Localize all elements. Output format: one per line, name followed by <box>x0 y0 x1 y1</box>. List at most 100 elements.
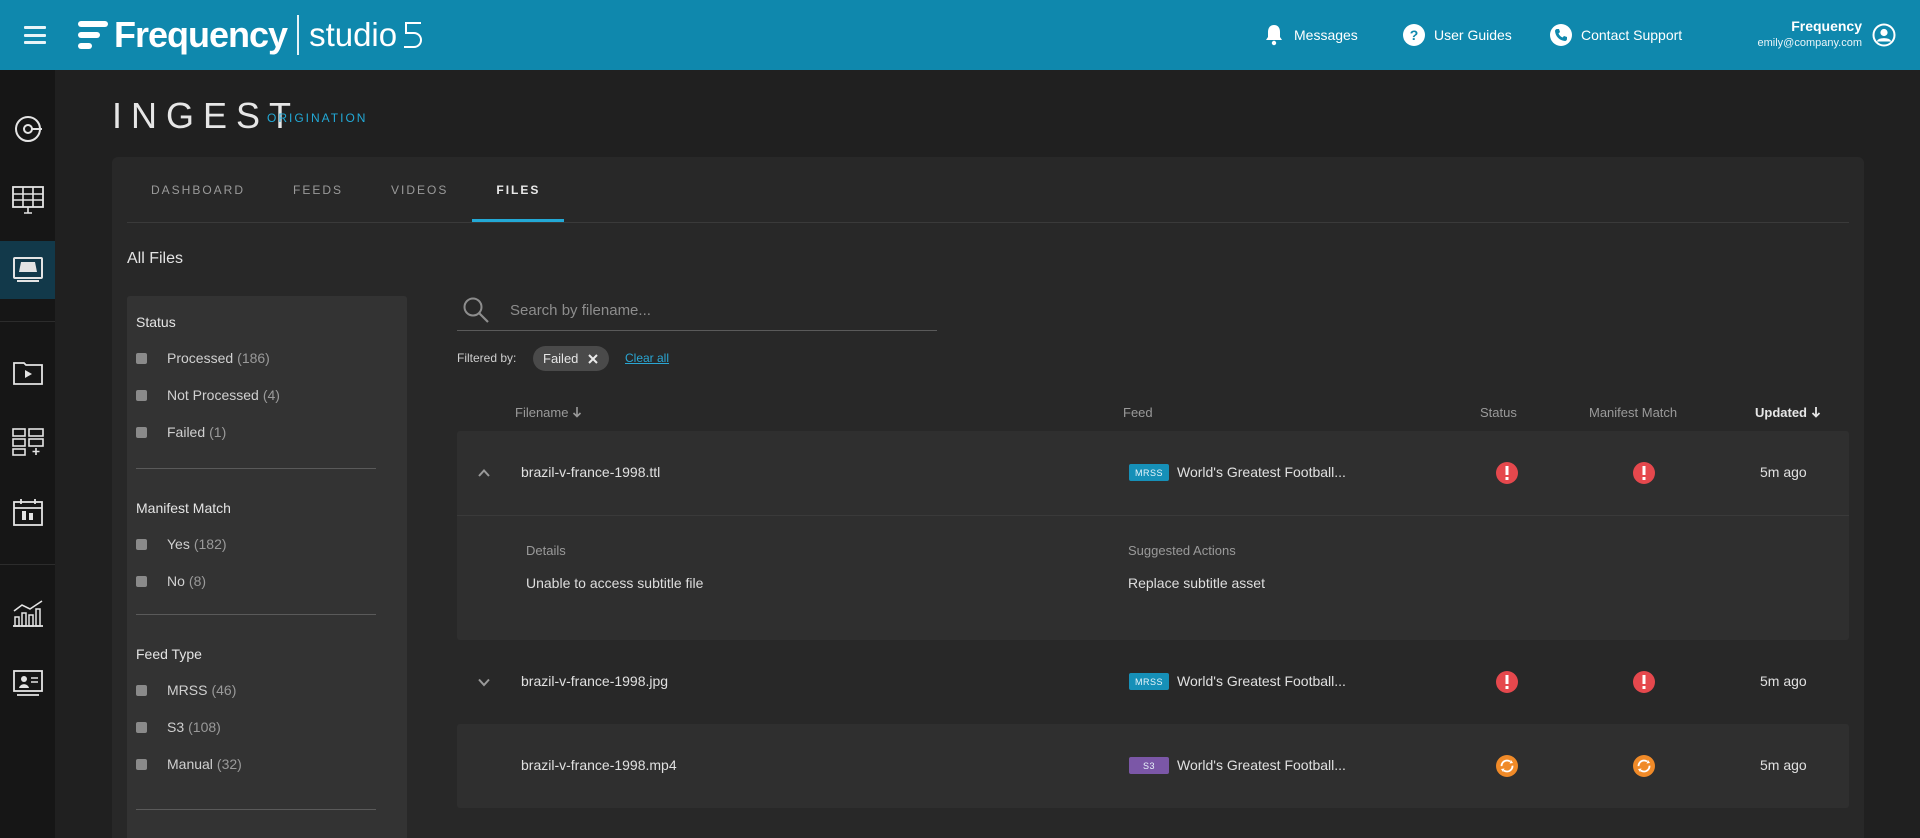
clear-all-link[interactable]: Clear all <box>625 351 669 365</box>
brand-name: Frequency <box>114 14 288 55</box>
filter-chip-failed[interactable]: Failed <box>533 346 610 371</box>
close-icon[interactable] <box>587 353 599 365</box>
schedule-icon <box>12 499 43 526</box>
filter-label: Failed <box>167 424 206 440</box>
presenter-icon <box>12 670 43 696</box>
user-menu[interactable]: Frequency emily@company.com <box>1758 18 1863 49</box>
row-updated: 5m ago <box>1760 464 1807 480</box>
feed-type-badge: MRSS <box>1129 673 1169 690</box>
row-filename: brazil-v-france-1998.ttl <box>521 464 661 480</box>
rail-ingest[interactable] <box>0 241 55 299</box>
filter-status-not-processed[interactable]: Not Processed (4) <box>136 387 280 403</box>
filter-label: Manual <box>167 756 213 772</box>
row-feed: World's Greatest Football... <box>1177 464 1346 480</box>
nav-messages[interactable]: Messages <box>1262 0 1358 70</box>
checkbox[interactable] <box>136 538 147 550</box>
filter-status-title: Status <box>136 314 176 330</box>
analytics-icon <box>12 600 43 627</box>
checkbox[interactable] <box>136 389 147 401</box>
filter-status-processed[interactable]: Processed (186) <box>136 350 270 366</box>
table-row[interactable]: brazil-v-france-1998.ttl MRSS World's Gr… <box>457 431 1849 640</box>
filter-feed-s3[interactable]: S3 (108) <box>136 719 221 735</box>
column-updated[interactable]: Updated <box>1755 405 1821 420</box>
logo-divider <box>297 15 300 55</box>
tab-feeds[interactable]: FEEDS <box>269 170 367 222</box>
user-email: emily@company.com <box>1757 37 1863 49</box>
filter-count: (4) <box>262 387 280 403</box>
column-updated-label: Updated <box>1755 405 1807 420</box>
filter-chip-label: Failed <box>543 351 579 366</box>
filter-divider <box>136 468 376 469</box>
checkbox[interactable] <box>136 426 147 438</box>
bell-icon <box>1262 23 1286 47</box>
rail-schedule[interactable] <box>0 483 55 541</box>
filter-manifest-no[interactable]: No (8) <box>136 573 206 589</box>
filtered-by-label: Filtered by: <box>457 351 517 365</box>
section-title: All Files <box>127 250 184 267</box>
column-manifest-match[interactable]: Manifest Match <box>1589 405 1677 420</box>
filter-feed-mrss[interactable]: MRSS (46) <box>136 682 236 698</box>
row-divider <box>457 515 1849 516</box>
user-avatar-icon[interactable] <box>1872 23 1896 47</box>
nav-contact-support[interactable]: Contact Support <box>1549 0 1682 70</box>
nav-user-guides[interactable]: ? User Guides <box>1402 0 1512 70</box>
filter-count: (182) <box>193 536 227 552</box>
filter-panel: Status Processed (186) Not Processed (4) F… <box>127 296 407 838</box>
product-name: studio <box>309 16 398 53</box>
status-error-icon <box>1496 671 1518 693</box>
search-underline <box>457 330 937 331</box>
chevron-up-icon[interactable] <box>477 466 491 480</box>
search-input[interactable] <box>510 297 930 323</box>
feed-type-badge: MRSS <box>1129 464 1169 481</box>
checkbox[interactable] <box>136 721 147 733</box>
filter-count: (108) <box>188 719 221 735</box>
table-row[interactable]: brazil-v-france-1998.jpg MRSS World's Gr… <box>457 640 1849 724</box>
video-library-icon <box>12 362 43 385</box>
rail-video-library[interactable] <box>0 343 55 401</box>
tab-bar: DASHBOARD FEEDS VIDEOS FILES <box>127 170 565 222</box>
manifest-processing-icon <box>1633 755 1655 777</box>
filter-feed-type-title: Feed Type <box>136 646 202 662</box>
top-bar: Frequency studio Messages ? User Guides … <box>0 0 1920 70</box>
table-row[interactable]: brazil-v-france-1998.mp4 S3 World's Grea… <box>457 724 1849 808</box>
filter-feed-manual[interactable]: Manual (32) <box>136 756 242 772</box>
filter-manifest-title: Manifest Match <box>136 500 231 516</box>
rail-grid[interactable] <box>0 171 55 229</box>
sort-down-icon <box>1811 407 1820 418</box>
row-feed: World's Greatest Football... <box>1177 673 1346 689</box>
column-status[interactable]: Status <box>1480 405 1517 420</box>
manifest-error-icon <box>1633 671 1655 693</box>
filter-count: (8) <box>188 573 207 589</box>
filter-count: (32) <box>216 756 242 772</box>
tab-dashboard[interactable]: DASHBOARD <box>127 170 269 222</box>
status-processing-icon <box>1496 755 1518 777</box>
filter-count: (1) <box>209 424 227 440</box>
menu-icon[interactable] <box>24 26 46 44</box>
chevron-down-icon[interactable] <box>477 675 491 689</box>
tab-videos[interactable]: VIDEOS <box>367 170 472 222</box>
filter-status-failed[interactable]: Failed (1) <box>136 424 226 440</box>
checkbox[interactable] <box>136 684 147 696</box>
app-logo[interactable]: Frequency studio <box>78 14 425 56</box>
nav-contact-support-label: Contact Support <box>1581 27 1683 43</box>
checkbox[interactable] <box>136 352 147 364</box>
sort-down-icon <box>573 407 582 418</box>
grid-icon <box>11 186 44 214</box>
svg-text:?: ? <box>1410 27 1419 43</box>
checkbox[interactable] <box>136 575 147 587</box>
row-filename: brazil-v-france-1998.jpg <box>521 673 669 689</box>
checkbox[interactable] <box>136 758 147 770</box>
rail-origination[interactable] <box>0 100 55 158</box>
column-filename[interactable]: Filename <box>515 405 582 420</box>
row-filename: brazil-v-france-1998.mp4 <box>521 757 677 773</box>
status-error-icon <box>1496 462 1518 484</box>
rail-analytics[interactable] <box>0 584 55 642</box>
column-feed[interactable]: Feed <box>1123 405 1153 420</box>
rail-playlist[interactable] <box>0 413 55 471</box>
filter-manifest-yes[interactable]: Yes (182) <box>136 536 227 552</box>
suggested-actions-label: Suggested Actions <box>1128 543 1236 558</box>
feed-type-badge: S3 <box>1129 757 1169 774</box>
tab-files[interactable]: FILES <box>472 170 565 222</box>
rail-presenter[interactable] <box>0 654 55 712</box>
column-filename-label: Filename <box>515 405 569 420</box>
